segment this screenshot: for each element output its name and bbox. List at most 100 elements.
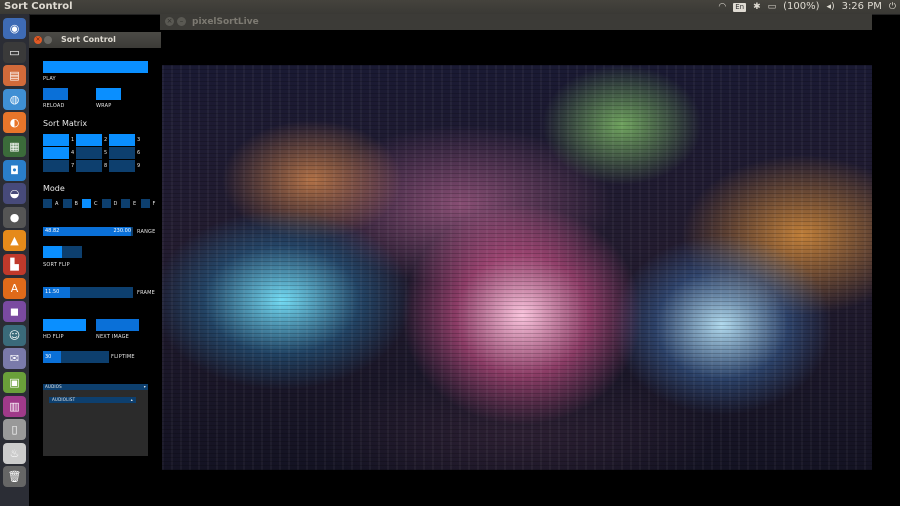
active-app-title: Sort Control	[4, 1, 73, 12]
firefox-icon[interactable]: ◐	[3, 112, 26, 134]
frame-slider[interactable]: 11.50	[43, 287, 133, 298]
matrix-cell-label: 3	[137, 137, 141, 143]
mail-icon[interactable]: ✉	[3, 348, 26, 370]
vlc-icon[interactable]: ▲	[3, 230, 26, 252]
mode-title: Mode	[43, 184, 65, 193]
mode-label: C	[94, 201, 98, 207]
indicator-area: ◠ En ✱ ▭ (100%) ◂) 3:26 PM ⏻	[718, 0, 896, 14]
eclipse-icon[interactable]: ◒	[3, 183, 26, 205]
image-viewer-icon[interactable]: ▣	[3, 372, 26, 393]
pixelsort-window: × – pixelSortLive	[160, 14, 872, 472]
hd-flip-button[interactable]	[43, 319, 86, 331]
battery-percent[interactable]: (100%)	[783, 0, 819, 14]
wrap-toggle[interactable]	[96, 88, 121, 100]
software-center-icon[interactable]: A	[3, 277, 26, 299]
sort-flip-label: SORT FLIP	[43, 262, 70, 268]
mode-label: B	[74, 201, 79, 207]
frame-value: 11.50	[45, 289, 60, 295]
matrix-cell-6[interactable]	[109, 147, 135, 159]
audio-list-dropdown[interactable]: AUDIOLIST ▴	[49, 397, 136, 403]
matrix-cell-4[interactable]	[43, 147, 69, 159]
avatar-app-icon[interactable]: ☺	[3, 324, 26, 346]
reload-label: RELOAD	[43, 103, 65, 109]
sort-matrix-title: Sort Matrix	[43, 119, 88, 128]
keyboard-icon[interactable]: En	[733, 2, 747, 12]
pixelsort-canvas[interactable]	[162, 65, 872, 470]
glitch-overlay	[162, 65, 872, 470]
hd-flip-label: HD FLIP	[43, 334, 64, 340]
audio-dropdown-label: AUDIOLIST	[52, 397, 76, 402]
range-slider[interactable]: 48.82 230.00	[43, 227, 133, 236]
mode-e-toggle[interactable]	[121, 199, 130, 208]
volume-icon[interactable]: ◂)	[827, 0, 835, 14]
matrix-cell-label: 7	[71, 163, 75, 169]
wifi-icon[interactable]: ◠	[718, 0, 726, 14]
sort-flip-knob	[43, 246, 62, 258]
mode-b-toggle[interactable]	[62, 199, 72, 208]
play-button[interactable]	[43, 61, 148, 73]
sort-control-titlebar[interactable]: × Sort Control	[29, 32, 161, 48]
fliptime-value: 30	[45, 354, 52, 360]
next-image-button[interactable]	[96, 319, 139, 331]
matrix-cell-label: 1	[71, 137, 75, 143]
sort-flip-toggle[interactable]	[43, 246, 82, 258]
window-title: pixelSortLive	[192, 17, 259, 27]
matrix-cell-1[interactable]	[43, 134, 69, 146]
matrix-cell-label: 6	[137, 150, 141, 156]
slides-icon[interactable]: ▥	[3, 395, 26, 417]
matrix-cell-label: 4	[71, 150, 75, 156]
files-icon[interactable]: ▤	[3, 65, 26, 87]
matrix-cell-8[interactable]	[76, 160, 102, 172]
close-icon[interactable]: ×	[165, 17, 174, 26]
webcam-icon[interactable]: ●	[3, 206, 26, 228]
pixel-app-icon[interactable]: ◘	[3, 159, 26, 181]
mode-a-toggle[interactable]	[43, 199, 52, 208]
media-player-icon[interactable]: ◼	[3, 301, 26, 323]
window-title: Sort Control	[61, 35, 116, 44]
top-panel: Sort Control ◠ En ✱ ▭ (100%) ◂) 3:26 PM …	[0, 0, 900, 15]
mode-label: F	[152, 201, 156, 207]
terminal-icon[interactable]: ▭	[3, 41, 26, 63]
mode-label: A	[55, 201, 59, 207]
range-high-value: 230.00	[113, 228, 132, 234]
trash-icon[interactable]: 🗑	[3, 466, 26, 488]
minimize-icon[interactable]	[44, 36, 52, 44]
matrix-cell-2[interactable]	[76, 134, 102, 146]
paint-icon[interactable]: ▙	[3, 254, 26, 275]
matrix-cell-label: 5	[104, 150, 108, 156]
audio-list-panel: AUDIOLIST ▴	[43, 390, 148, 456]
battery-icon[interactable]: ▭	[768, 0, 777, 14]
system-monitor-icon[interactable]: ▦	[3, 136, 26, 157]
range-label: RANGE	[137, 229, 156, 235]
mode-c-toggle[interactable]	[82, 199, 91, 208]
mode-d-toggle[interactable]	[101, 199, 111, 208]
matrix-cell-3[interactable]	[109, 134, 135, 146]
frame-label: FRAME	[137, 290, 156, 296]
reload-button[interactable]	[43, 88, 68, 100]
matrix-cell-label: 2	[104, 137, 108, 143]
wrap-label: WRAP	[96, 103, 112, 109]
browser-blue-icon[interactable]: ◍	[3, 88, 26, 110]
fliptime-slider[interactable]: 30	[43, 351, 109, 363]
matrix-cell-7[interactable]	[43, 160, 69, 172]
power-icon[interactable]: ⏻	[889, 0, 896, 14]
bluetooth-icon[interactable]: ✱	[753, 0, 761, 14]
mode-label: D	[113, 201, 118, 207]
matrix-cell-9[interactable]	[109, 160, 135, 172]
fliptime-label: FLIPTIME	[111, 354, 135, 360]
matrix-cell-label: 8	[104, 163, 108, 169]
matrix-cell-label: 9	[137, 163, 141, 169]
dash-home-icon[interactable]: ◉	[3, 18, 26, 39]
close-icon[interactable]: ×	[34, 36, 42, 44]
mode-f-toggle[interactable]	[140, 199, 150, 208]
java-icon[interactable]: ♨	[3, 442, 26, 464]
minimize-icon[interactable]: –	[177, 17, 186, 26]
matrix-cell-5[interactable]	[76, 147, 102, 159]
usb-drive-icon[interactable]: ▯	[3, 419, 26, 441]
next-image-label: NEXT IMAGE	[96, 334, 130, 340]
chevron-up-icon: ▴	[130, 397, 133, 402]
play-label: PLAY	[43, 76, 56, 82]
launcher: ◉ ▭ ▤ ◍ ◐ ▦ ◘ ◒ ● ▲ ▙ A ◼ ☺ ✉ ▣ ▥ ▯ ♨ 🗑	[0, 14, 30, 506]
pixelsort-titlebar[interactable]: × – pixelSortLive	[160, 14, 872, 30]
clock[interactable]: 3:26 PM	[842, 0, 882, 14]
